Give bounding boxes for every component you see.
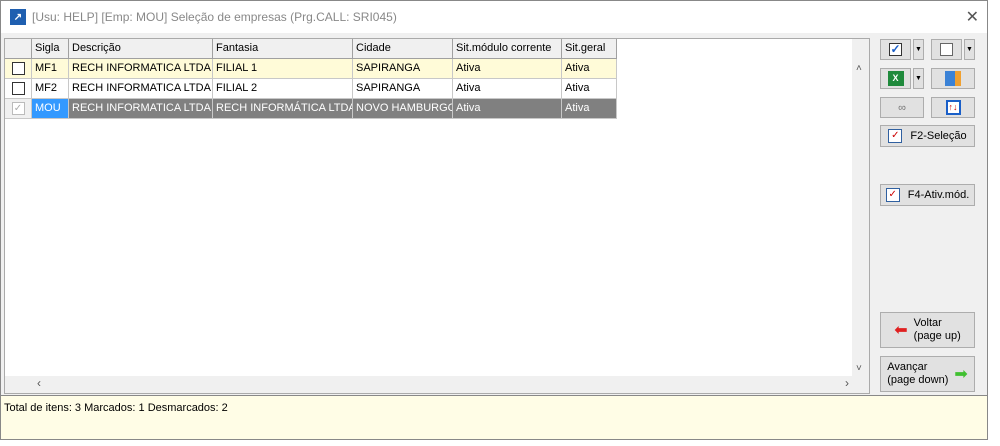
sort-button[interactable]: ↑↓	[931, 97, 975, 118]
row-checkbox[interactable]	[11, 62, 25, 75]
row-checkbox[interactable]	[11, 82, 25, 95]
header-descricao[interactable]: Descrição	[69, 39, 213, 59]
companies-grid: Sigla Descrição Fantasia Cidade Sit.módu…	[4, 38, 870, 394]
f2-selecao-button[interactable]: ✓ F2-Seleção	[880, 125, 975, 147]
binoculars-icon: ∞	[898, 101, 906, 114]
caret-down-icon: ▼	[915, 75, 922, 82]
cell-fantasia: RECH INFORMÁTICA LTDA	[213, 99, 353, 119]
uncheck-dropdown-button[interactable]: ▼	[964, 39, 975, 60]
header-cidade[interactable]: Cidade	[353, 39, 453, 59]
cell-cidade: NOVO HAMBURGO	[353, 99, 453, 119]
check-all-button[interactable]: ✓	[880, 39, 911, 60]
cell-descricao: RECH INFORMATICA LTDA	[69, 79, 213, 99]
close-icon[interactable]: ✕	[966, 7, 979, 27]
cell-descricao: RECH INFORMATICA LTDA	[69, 59, 213, 79]
cell-descricao: RECH INFORMATICA LTDA	[69, 99, 213, 119]
title-bar: ↗ [Usu: HELP] [Emp: MOU] Seleção de empr…	[1, 1, 987, 33]
scroll-down-icon[interactable]: ˅	[856, 363, 862, 374]
cell-sit-modulo: Ativa	[453, 99, 562, 119]
caret-down-icon: ▼	[966, 46, 973, 53]
app-icon: ↗	[10, 9, 26, 25]
table-row[interactable]: MF1 RECH INFORMATICA LTDA FILIAL 1 SAPIR…	[5, 59, 617, 79]
cell-sit-geral: Ativa	[562, 99, 617, 119]
row-checkbox-checked[interactable]: ✓	[11, 102, 25, 115]
avancar-button[interactable]: Avançar (page down) ➡	[880, 356, 975, 392]
checked-box-icon: ✓	[889, 42, 902, 56]
scroll-left-icon[interactable]: ‹	[37, 376, 41, 390]
f4-ativ-mod-button[interactable]: ✓ F4-Ativ.mód.	[880, 184, 975, 206]
sort-icon: ↑↓	[945, 100, 961, 115]
scroll-right-icon[interactable]: ›	[845, 376, 849, 390]
excel-icon: X	[887, 71, 904, 86]
export-dropdown-button[interactable]: ▼	[913, 68, 924, 89]
find-button[interactable]: ∞	[880, 97, 924, 118]
cell-sit-modulo: Ativa	[453, 79, 562, 99]
side-panel: ✓ ▼ ▼ X ▼ ∞ ↑↓ ✓ F2-Seleção ✓ F4-Ativ.mód.…	[871, 33, 987, 395]
cell-fantasia: FILIAL 2	[213, 79, 353, 99]
cell-cidade: SAPIRANGA	[353, 79, 453, 99]
horizontal-scrollbar[interactable]: ‹ ›	[5, 376, 853, 393]
cell-sigla: MF1	[32, 59, 69, 79]
scroll-up-icon[interactable]: ˄	[856, 63, 862, 74]
table-row[interactable]: MF2 RECH INFORMATICA LTDA FILIAL 2 SAPIR…	[5, 79, 617, 99]
cell-sit-modulo: Ativa	[453, 59, 562, 79]
arrow-right-icon: ➡	[954, 366, 968, 383]
window-title: [Usu: HELP] [Emp: MOU] Seleção de empres…	[32, 10, 397, 24]
cell-sit-geral: Ativa	[562, 79, 617, 99]
report-button[interactable]	[931, 68, 975, 89]
cell-sigla: MOU	[32, 99, 69, 119]
cell-cidade: SAPIRANGA	[353, 59, 453, 79]
report-icon	[945, 71, 961, 86]
checklist-icon: ✓	[885, 188, 900, 202]
uncheck-all-button[interactable]	[931, 39, 962, 60]
status-text: Total de itens: 3 Marcados: 1 Desmarcado…	[4, 402, 228, 414]
empty-box-icon	[940, 43, 953, 56]
table-row-selected[interactable]: ✓ MOU RECH INFORMATICA LTDA RECH INFORMÁ…	[5, 99, 617, 119]
status-bar: Total de itens: 3 Marcados: 1 Desmarcado…	[1, 395, 987, 439]
header-sit-geral[interactable]: Sit.geral	[562, 39, 617, 59]
header-select[interactable]	[5, 39, 32, 59]
cell-fantasia: FILIAL 1	[213, 59, 353, 79]
checklist-icon: ✓	[888, 129, 903, 143]
arrow-left-icon: ⬅	[894, 322, 908, 339]
header-fantasia[interactable]: Fantasia	[213, 39, 353, 59]
cell-sit-geral: Ativa	[562, 59, 617, 79]
header-sit-modulo[interactable]: Sit.módulo corrente	[453, 39, 562, 59]
vertical-scrollbar[interactable]: ˄ ˅	[852, 39, 869, 376]
excel-export-button[interactable]: X	[880, 68, 911, 89]
grid-header: Sigla Descrição Fantasia Cidade Sit.módu…	[5, 39, 617, 59]
check-dropdown-button[interactable]: ▼	[913, 39, 924, 60]
scroll-corner	[852, 376, 869, 393]
voltar-button[interactable]: ⬅ Voltar (page up)	[880, 312, 975, 348]
caret-down-icon: ▼	[915, 46, 922, 53]
header-sigla[interactable]: Sigla	[32, 39, 69, 59]
cell-sigla: MF2	[32, 79, 69, 99]
window: ↗ [Usu: HELP] [Emp: MOU] Seleção de empr…	[0, 0, 988, 440]
